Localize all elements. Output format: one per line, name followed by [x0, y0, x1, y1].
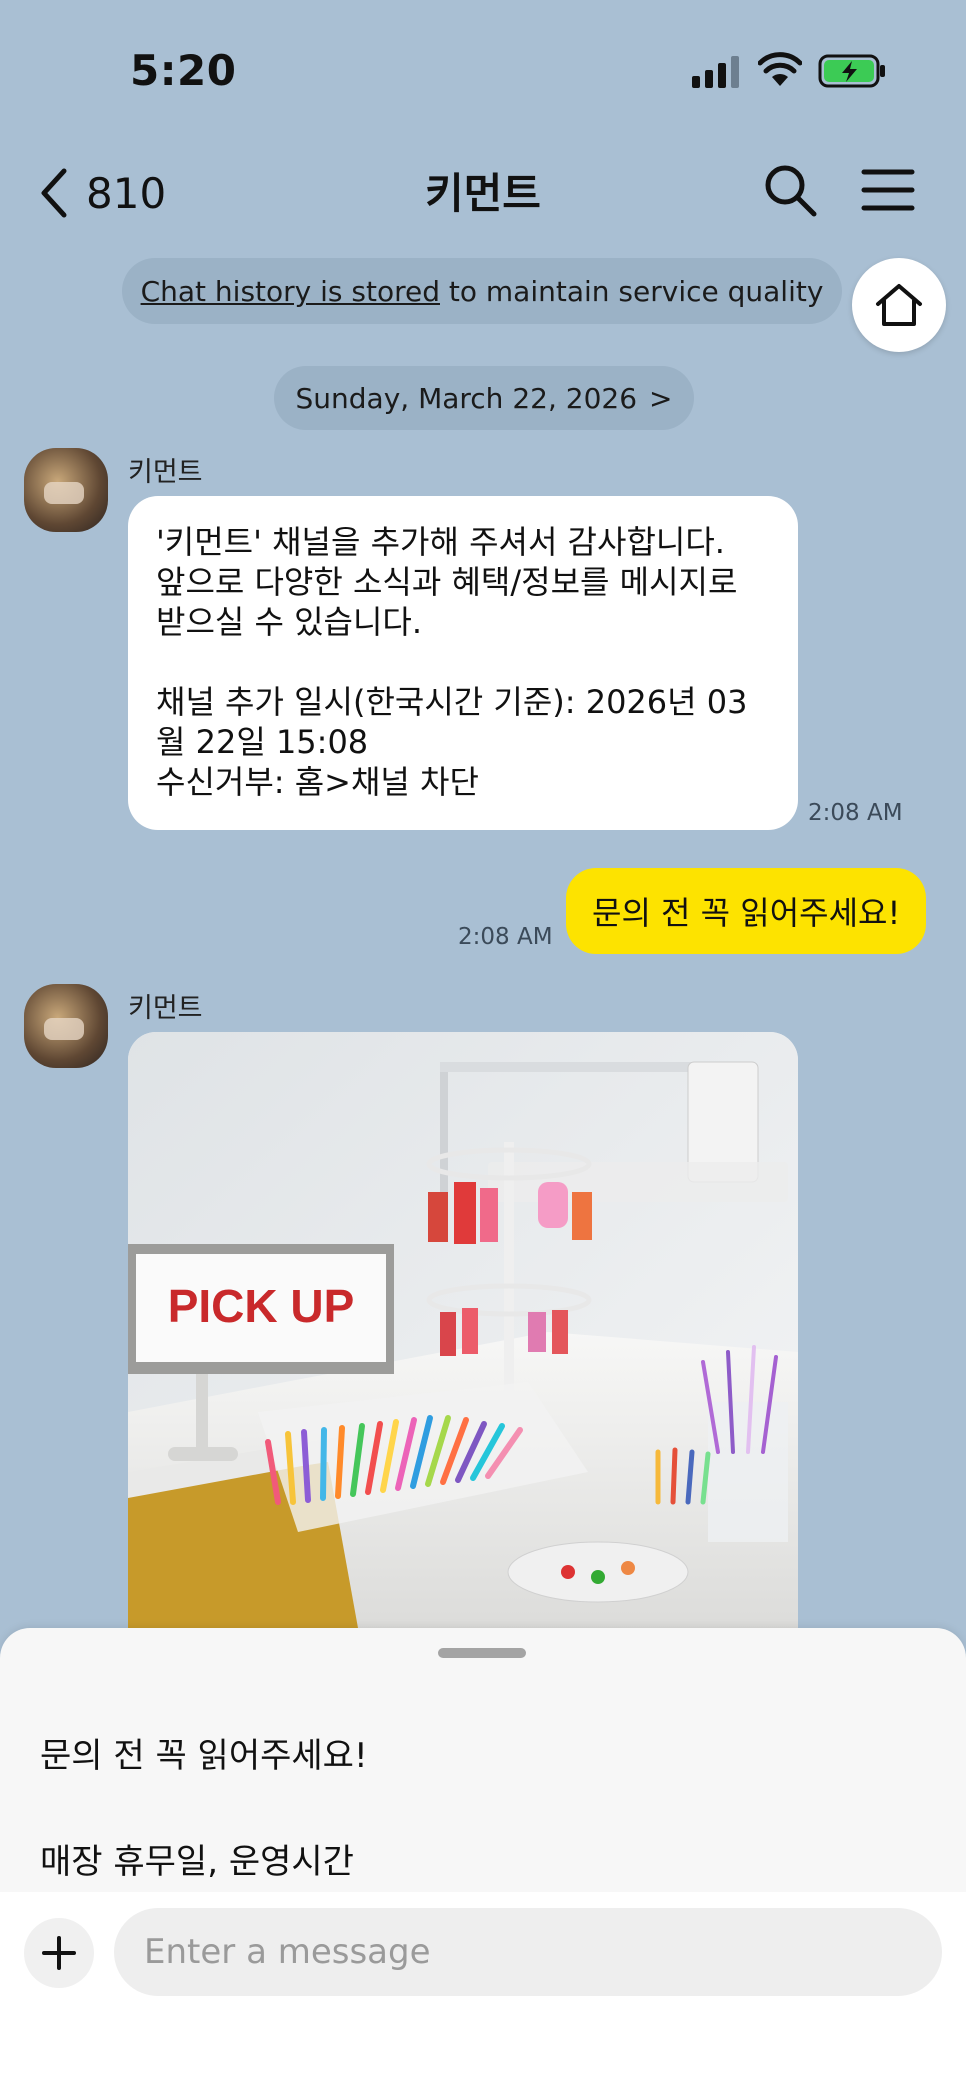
- message-input-bar: [0, 1892, 966, 2094]
- sender-name: 키먼트: [128, 457, 203, 488]
- pickup-counter-photo: PICK UP: [128, 1032, 798, 1628]
- incoming-message[interactable]: '키먼트' 채널을 추가해 주셔서 감사합니다. 앞으로 다양한 소식과 혜택/…: [128, 496, 798, 830]
- avatar[interactable]: [24, 448, 108, 532]
- image-message[interactable]: PICK UP: [128, 1032, 798, 1628]
- quick-reply-item[interactable]: 매장 휴무일, 운영시간: [40, 1834, 354, 1883]
- chat-history-link[interactable]: Chat history is stored: [141, 275, 440, 308]
- date-label: Sunday, March 22, 2026: [295, 381, 638, 415]
- date-divider[interactable]: Sunday, March 22, 2026 >: [274, 366, 694, 430]
- chat-title: 키먼트: [425, 169, 541, 218]
- quick-reply-item[interactable]: 문의 전 꼭 읽어주세요!: [40, 1728, 368, 1777]
- plus-icon: [42, 1936, 76, 1970]
- pickup-sign-text: PICK UP: [168, 1280, 355, 1332]
- quick-reply-sheet: 문의 전 꼭 읽어주세요! 매장 휴무일, 운영시간: [0, 1628, 966, 1892]
- home-icon: [876, 284, 922, 326]
- chat-header: 810 키먼트: [0, 140, 966, 250]
- sheet-grabber[interactable]: [438, 1648, 526, 1658]
- message-input[interactable]: [114, 1908, 942, 1996]
- chevron-right-icon: >: [649, 381, 673, 415]
- attach-button[interactable]: [24, 1918, 94, 1988]
- sender-name: 키먼트: [128, 993, 203, 1024]
- notice-text: to maintain service quality: [439, 274, 824, 308]
- message-time: 2:08 AM: [458, 924, 553, 950]
- chat-history-notice: Chat history is stored to maintain servi…: [122, 258, 842, 324]
- status-bar: 5:20: [0, 0, 966, 140]
- cellular-signal-icon: [692, 56, 742, 88]
- outgoing-message[interactable]: 문의 전 꼭 읽어주세요!: [566, 868, 927, 954]
- avatar[interactable]: [24, 984, 108, 1068]
- wifi-icon: [758, 52, 802, 86]
- battery-charging-icon: [818, 54, 885, 88]
- status-time: 5:20: [130, 46, 237, 95]
- search-icon[interactable]: [760, 160, 820, 220]
- message-time: 2:08 AM: [808, 800, 903, 826]
- home-button[interactable]: [852, 258, 946, 352]
- menu-icon[interactable]: [860, 162, 916, 218]
